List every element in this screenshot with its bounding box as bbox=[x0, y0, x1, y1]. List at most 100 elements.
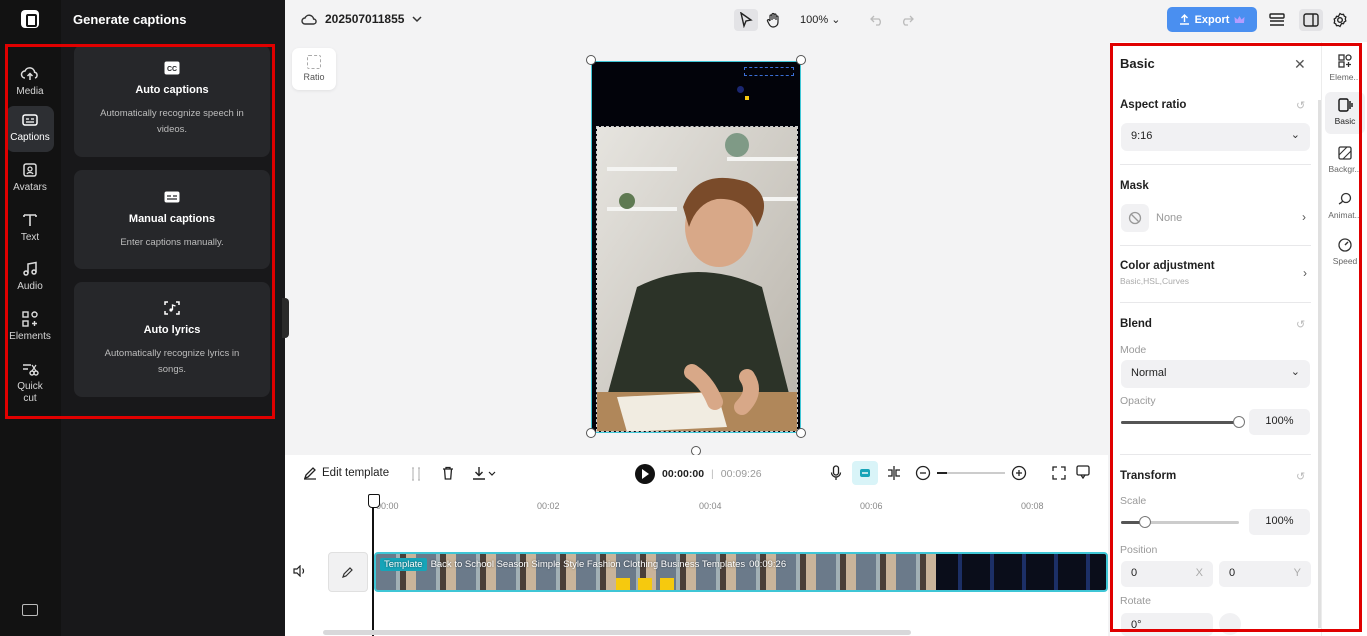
redo-button[interactable] bbox=[895, 9, 919, 31]
settings-button[interactable] bbox=[1328, 9, 1352, 31]
manual-captions-card[interactable]: Manual captions Enter captions manually. bbox=[74, 170, 270, 269]
clip-thumb-accent bbox=[660, 578, 674, 590]
mute-track-button[interactable] bbox=[293, 564, 307, 580]
tab-label: Speed bbox=[1332, 256, 1358, 266]
blend-mode-dropdown[interactable]: Normal ⌄ bbox=[1121, 360, 1310, 388]
rail-item-media[interactable]: Media bbox=[6, 60, 54, 106]
speaker-icon bbox=[293, 564, 305, 578]
color-adjustment-row[interactable]: Color adjustment Basic,HSL,Curves › bbox=[1120, 260, 1311, 290]
opacity-slider[interactable] bbox=[1121, 416, 1245, 428]
properties-title: Basic bbox=[1120, 56, 1155, 71]
zoom-slider-fill bbox=[937, 472, 947, 474]
tab-speed[interactable]: Speed bbox=[1325, 232, 1365, 274]
captions-panel: Generate captions CC Auto captions Autom… bbox=[61, 0, 285, 636]
undo-button[interactable] bbox=[865, 9, 889, 31]
resize-handle-top-left[interactable] bbox=[586, 55, 596, 65]
playback-controls: 00:00:00 | 00:09:26 bbox=[635, 464, 762, 484]
decor-dot bbox=[737, 86, 744, 93]
rail-label: Text bbox=[20, 232, 40, 243]
tab-basic[interactable]: Basic bbox=[1325, 92, 1365, 134]
export-button[interactable]: Export bbox=[1167, 7, 1257, 32]
pencil-icon bbox=[342, 567, 353, 578]
music-scan-icon bbox=[164, 301, 180, 315]
resize-handle-top-right[interactable] bbox=[796, 55, 806, 65]
split-screen-icon[interactable] bbox=[886, 465, 902, 481]
rail-item-quick-cut[interactable]: Quick cut bbox=[6, 355, 54, 405]
flip-button[interactable] bbox=[1219, 613, 1241, 635]
timeline-scrollbar[interactable] bbox=[323, 630, 911, 635]
rail-item-avatars[interactable]: Avatars bbox=[6, 156, 54, 202]
chevron-down-icon: ⌄ bbox=[831, 14, 841, 26]
fullscreen-icon[interactable] bbox=[1052, 466, 1066, 480]
zoom-dropdown[interactable]: 100% ⌄ bbox=[800, 13, 840, 26]
chevron-down-icon: ⌄ bbox=[1290, 366, 1300, 378]
rail-item-elements[interactable]: Elements bbox=[6, 305, 54, 351]
rail-item-text[interactable]: Text bbox=[6, 206, 54, 252]
text-placeholder-box[interactable] bbox=[744, 67, 794, 76]
project-menu[interactable]: 202507011855 bbox=[301, 12, 422, 26]
ratio-button[interactable]: Ratio bbox=[292, 48, 336, 90]
tab-label: Animat... bbox=[1328, 210, 1362, 220]
scale-slider[interactable] bbox=[1121, 516, 1239, 528]
feedback-icon[interactable] bbox=[1076, 465, 1090, 479]
scale-slider-knob[interactable] bbox=[1138, 516, 1151, 528]
split-panel-icon bbox=[1303, 13, 1319, 27]
close-icon[interactable]: ✕ bbox=[1294, 56, 1306, 73]
opacity-input[interactable]: 100% bbox=[1249, 409, 1310, 435]
reset-icon[interactable]: ↺ bbox=[1296, 318, 1305, 331]
cc-icon: CC bbox=[164, 61, 180, 75]
position-y-input[interactable]: 0 Y bbox=[1219, 561, 1311, 587]
zoom-in-icon[interactable] bbox=[1011, 465, 1027, 481]
play-button[interactable] bbox=[635, 464, 655, 484]
cover-edit-button[interactable] bbox=[328, 552, 368, 592]
keyboard-icon[interactable] bbox=[22, 604, 38, 616]
hand-tool-button[interactable] bbox=[762, 9, 786, 31]
opacity-slider-knob[interactable] bbox=[1233, 416, 1245, 428]
panel-layout-button[interactable] bbox=[1299, 9, 1323, 31]
split-icon[interactable] bbox=[410, 467, 422, 481]
ruler-tick: 00:04 bbox=[699, 501, 722, 511]
edit-template-button[interactable]: Edit template bbox=[303, 466, 389, 480]
auto-captions-card[interactable]: CC Auto captions Automatically recognize… bbox=[74, 45, 270, 157]
panel-title: Generate captions bbox=[73, 12, 187, 27]
student-photo[interactable] bbox=[596, 126, 798, 432]
decor-square bbox=[745, 96, 749, 100]
rail-item-audio[interactable]: Audio bbox=[6, 255, 54, 301]
rail-label: Avatars bbox=[13, 182, 47, 193]
mode-label: Mode bbox=[1120, 344, 1147, 356]
ratio-icon bbox=[307, 55, 321, 69]
time-ruler[interactable]: 00:00 00:02 00:04 00:06 00:08 bbox=[373, 498, 1108, 514]
select-tool-button[interactable] bbox=[734, 9, 758, 31]
background-icon bbox=[1338, 146, 1352, 160]
chevron-right-icon: › bbox=[1303, 266, 1307, 280]
position-x-input[interactable]: 0 X bbox=[1121, 561, 1213, 587]
rail-item-captions[interactable]: Captions bbox=[6, 106, 54, 152]
trash-icon[interactable] bbox=[442, 466, 454, 480]
playhead[interactable] bbox=[368, 494, 380, 636]
app-logo-icon[interactable] bbox=[21, 10, 39, 28]
auto-snap-toggle[interactable] bbox=[852, 461, 878, 485]
microphone-icon[interactable] bbox=[830, 465, 842, 481]
music-note-icon bbox=[23, 261, 37, 276]
tab-animation[interactable]: Animat... bbox=[1325, 186, 1365, 228]
card-description: Automatically recognize lyrics in songs. bbox=[104, 348, 240, 375]
video-preview[interactable] bbox=[591, 61, 801, 433]
video-track-clip[interactable]: Template Back to School Season Simple St… bbox=[374, 552, 1108, 592]
resize-handle-bottom-left[interactable] bbox=[586, 428, 596, 438]
rotate-input[interactable]: 0° bbox=[1121, 613, 1213, 636]
download-icon[interactable] bbox=[472, 466, 498, 480]
tab-background[interactable]: Backgr... bbox=[1325, 140, 1365, 182]
auto-lyrics-card[interactable]: Auto lyrics Automatically recognize lyri… bbox=[74, 282, 270, 397]
reset-icon[interactable]: ↺ bbox=[1296, 99, 1305, 112]
resize-handle-bottom-right[interactable] bbox=[796, 428, 806, 438]
zoom-out-icon[interactable] bbox=[915, 465, 931, 481]
reset-icon[interactable]: ↺ bbox=[1296, 470, 1305, 483]
timeline-zoom-slider[interactable] bbox=[937, 472, 1005, 474]
crown-icon bbox=[1234, 16, 1245, 23]
layers-button[interactable] bbox=[1265, 9, 1289, 31]
panel-collapse-handle[interactable] bbox=[282, 298, 289, 338]
scale-input[interactable]: 100% bbox=[1249, 509, 1310, 535]
tab-elements[interactable]: Eleme... bbox=[1325, 48, 1365, 90]
mask-selector[interactable]: None › bbox=[1121, 204, 1310, 232]
aspect-ratio-dropdown[interactable]: 9:16 ⌄ bbox=[1121, 123, 1310, 151]
